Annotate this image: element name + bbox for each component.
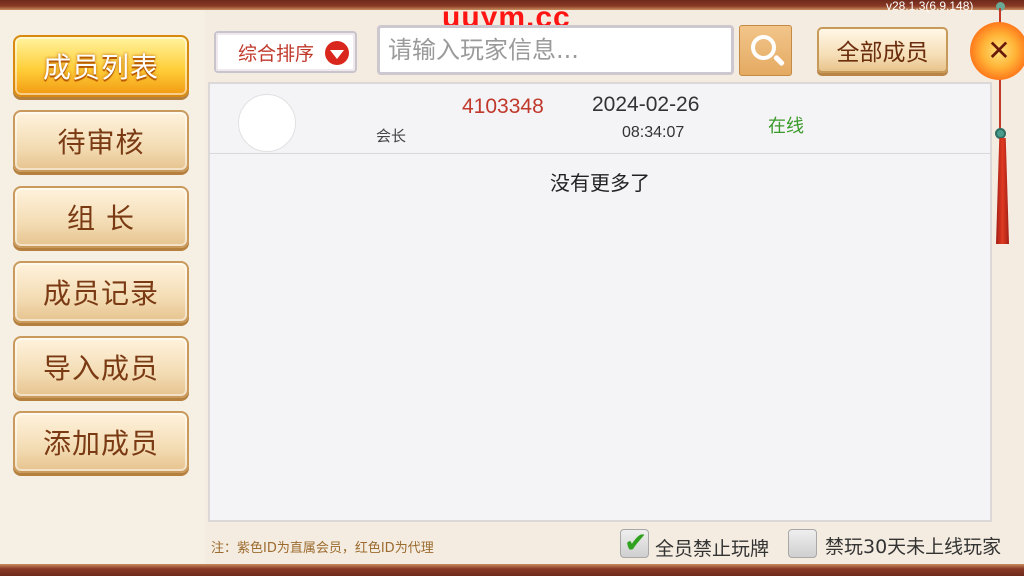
all-members-button[interactable]: 全部成员 [817,27,948,73]
member-join-time: 08:34:07 [622,124,685,141]
search-input[interactable] [377,25,734,75]
ban-inactive-label: 禁玩30天未上线玩家 [825,536,1002,558]
close-icon: ✕ [987,34,1011,67]
member-join-date: 2024-02-26 [592,93,700,116]
chevron-down-icon [325,41,349,65]
tassel-tail-decoration [996,138,1009,244]
sort-dropdown[interactable]: 综合排序 [214,31,357,73]
ban-inactive-checkbox[interactable] [788,529,817,558]
table-row[interactable]: 会长 4103348 2024-02-26 08:34:07 在线 [210,84,990,154]
member-id: 4103348 [462,95,544,118]
sidebar-item-group-leader[interactable]: 组 长 [13,186,189,248]
status-badge: 在线 [768,116,804,137]
sidebar-item-import-members[interactable]: 导入成员 [13,336,189,398]
member-role: 会长 [376,127,407,145]
search-icon [751,35,776,60]
list-end-message: 没有更多了 [550,171,650,195]
close-button[interactable]: ✕ [970,22,1024,80]
tassel-bead-decoration [995,128,1006,139]
search-icon-handle [772,54,786,67]
sidebar-item-pending-review[interactable]: 待审核 [13,110,189,172]
sort-label: 综合排序 [238,42,315,65]
ban-all-checkbox[interactable]: ✔ [620,526,649,559]
bottom-border [0,564,1024,576]
sidebar-item-add-member[interactable]: 添加成员 [13,411,189,473]
member-list-panel: 会长 4103348 2024-02-26 08:34:07 在线 没有更多了 [208,82,992,522]
ban-all-label: 全员禁止玩牌 [655,538,770,560]
sidebar-item-member-records[interactable]: 成员记录 [13,261,189,323]
search-button[interactable] [739,25,792,76]
avatar [238,94,296,152]
sidebar-item-member-list[interactable]: 成员列表 [13,35,189,97]
version-label: v28.1.3(6.9.148) [886,0,974,13]
checkmark-icon: ✔ [624,526,648,559]
footer-note: 注：紫色ID为直属会员，红色ID为代理 [211,541,434,556]
